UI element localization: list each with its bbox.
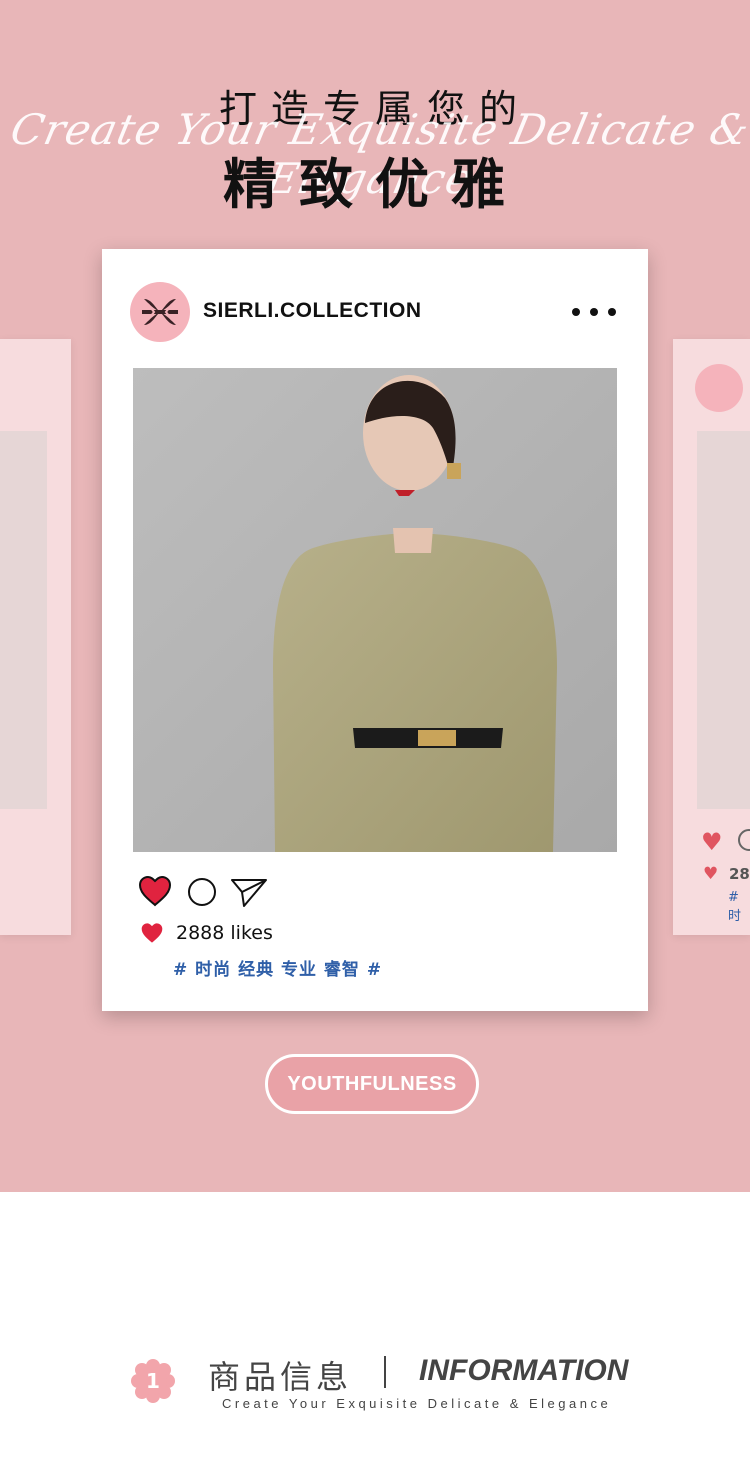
brand-logo-icon xyxy=(142,299,178,325)
more-icon[interactable] xyxy=(572,303,616,321)
side-card-likes: 288 xyxy=(729,865,750,883)
section-number: 1 xyxy=(146,1369,160,1393)
heart-icon xyxy=(141,923,163,943)
side-card-right[interactable]: ♥ ♥ 288 # 时 xyxy=(673,339,750,935)
flower-number-badge-icon: 1 xyxy=(131,1359,175,1403)
heart-icon: ♥ xyxy=(701,828,723,856)
side-card-image xyxy=(697,431,750,809)
send-icon[interactable] xyxy=(230,876,268,908)
headline-line-2: 精致优雅 xyxy=(223,153,527,216)
section-subtitle: Create Your Exquisite Delicate & Eleganc… xyxy=(222,1396,612,1411)
information-section-header: 1 商品信息 INFORMATION Create Your Exquisite… xyxy=(0,1340,750,1430)
youthfulness-button[interactable]: YOUTHFULNESS xyxy=(265,1054,479,1114)
banner-background: 打造专属您的 Create Your Exquisite Delicate & … xyxy=(0,0,750,1192)
hashtags[interactable]: # 时尚 经典 专业 睿智 # xyxy=(173,955,382,980)
side-card-left[interactable] xyxy=(0,339,71,935)
side-card-avatar xyxy=(695,364,743,412)
likes-count: 2888 likes xyxy=(176,922,273,944)
comment-icon[interactable] xyxy=(187,877,217,907)
post-card: SIERLI.COLLECTION 2888 likes # 时尚 经典 专业 … xyxy=(102,249,648,1011)
side-card-image xyxy=(0,431,47,809)
heart-icon: ♥ xyxy=(703,864,719,884)
section-title-en: INFORMATION xyxy=(419,1354,629,1387)
post-photo xyxy=(133,368,617,852)
comment-icon xyxy=(738,829,750,851)
section-title-cn: 商品信息 xyxy=(208,1358,353,1396)
username[interactable]: SIERLI.COLLECTION xyxy=(203,299,422,323)
side-card-hashtags: # 时 xyxy=(728,890,742,924)
heart-icon[interactable] xyxy=(138,875,172,907)
title-divider xyxy=(384,1356,386,1388)
avatar[interactable] xyxy=(130,282,190,342)
